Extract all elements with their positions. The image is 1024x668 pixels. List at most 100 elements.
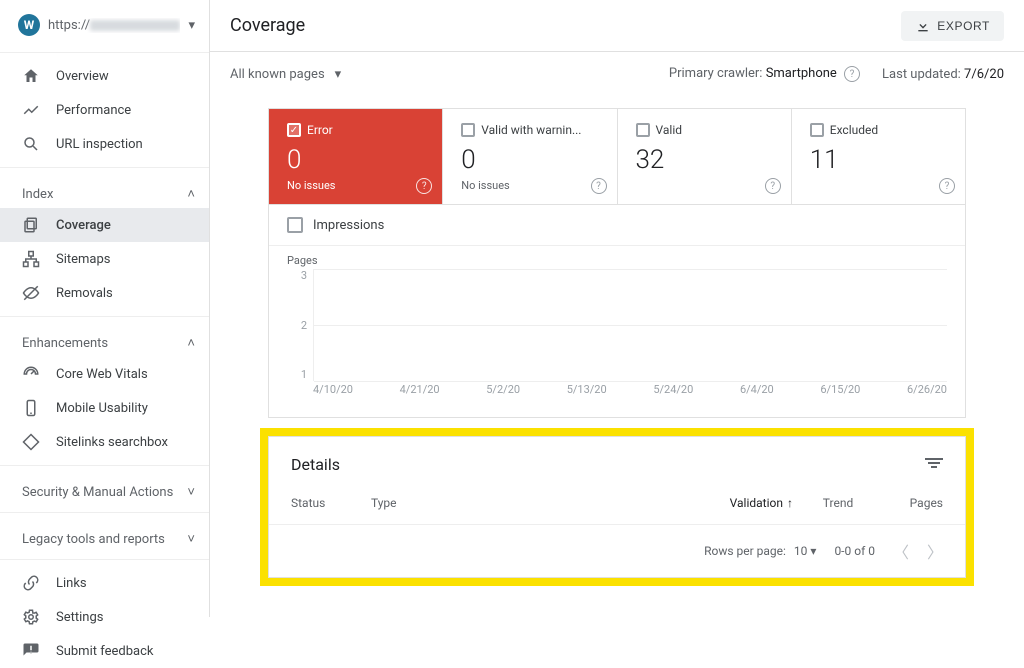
status-tab-error[interactable]: ✓Error 0 No issues ? [269,109,443,204]
status-label: Error [307,123,333,137]
chevron-down-icon: ˅ [187,531,195,547]
th-validation[interactable]: Validation ↑ [693,496,793,510]
gear-icon [22,608,40,626]
status-sub: No issues [287,179,424,192]
details-title: Details [291,455,340,474]
topbar: Coverage EXPORT [210,0,1024,52]
nav-overview[interactable]: Overview [0,59,209,93]
chart-y-label: Pages [287,254,947,267]
nav-performance[interactable]: Performance [0,93,209,127]
site-url: https:// [48,18,180,33]
nav-section-label: Legacy tools and reports [22,532,165,547]
status-value: 32 [636,145,773,175]
nav-settings[interactable]: Settings [0,600,209,634]
help-icon[interactable]: ? [844,66,860,82]
chart-y-ticks: 3 2 1 [287,269,307,381]
nav-removals[interactable]: Removals [0,276,209,310]
feedback-icon [22,642,40,660]
speed-icon [22,365,40,383]
nav-links[interactable]: Links [0,566,209,600]
page-filter-dropdown[interactable]: All known pages ▾ [230,67,341,82]
checkbox-icon [636,123,650,137]
status-tabs: ✓ Error 0 No issues ? Valid with warnin..… [269,109,965,205]
help-icon[interactable]: ? [939,178,955,194]
download-icon [915,18,931,34]
nav-section-label: Security & Manual Actions [22,485,173,500]
chart: Pages 3 2 1 4/10/20 4/21/20 [269,246,965,417]
nav-label: Removals [56,286,113,301]
nav-section-index[interactable]: Index ˄ [0,174,209,208]
chevron-down-icon: ▾ [188,18,195,33]
chart-plot-area [313,269,947,381]
filter-icon [925,456,943,470]
home-icon [22,67,40,85]
nav-section-enhancements[interactable]: Enhancements ˄ [0,323,209,357]
nav-label: Submit feedback [56,644,153,659]
help-icon[interactable]: ? [591,178,607,194]
nav-sitelinks-searchbox[interactable]: Sitelinks searchbox [0,425,209,459]
th-trend[interactable]: Trend [793,496,883,510]
rows-per-page-select[interactable]: 10 ▾ [794,544,817,558]
checkbox-icon [810,123,824,137]
page-filter-label: All known pages [230,67,325,82]
nav-section-label: Enhancements [22,336,108,351]
impressions-toggle[interactable]: Impressions [269,205,965,246]
th-status[interactable]: Status [291,496,371,510]
status-label: Valid with warnin... [481,123,581,137]
property-selector[interactable]: W https:// ▾ [0,6,209,46]
checkbox-icon [287,217,303,233]
details-card: Details Status Type Validation ↑ Trend P… [268,436,966,578]
status-tab-warning[interactable]: Valid with warnin... 0 No issues ? [443,109,617,204]
filter-bar: All known pages ▾ Primary crawler: Smart… [210,52,1024,96]
status-sub: No issues [461,179,598,192]
nav-label: Sitemaps [56,252,111,267]
status-value: 0 [461,145,598,175]
help-icon[interactable]: ? [765,178,781,194]
nav-sitemaps[interactable]: Sitemaps [0,242,209,276]
nav-section-legacy[interactable]: Legacy tools and reports ˅ [0,519,209,553]
smartphone-icon [22,399,40,417]
nav-label: Sitelinks searchbox [56,435,168,450]
status-value: 11 [810,145,947,175]
link-icon [22,574,40,592]
impressions-label: Impressions [313,218,384,233]
chevron-up-icon: ˄ [187,186,195,202]
nav-label: Coverage [56,218,111,233]
nav-label: Links [56,576,87,591]
diamond-icon [22,433,40,451]
status-tab-valid[interactable]: Valid 32 ? [618,109,792,204]
prev-page-button[interactable]: 〈 [893,539,909,563]
chevron-down-icon: ▾ [810,544,816,558]
th-pages[interactable]: Pages [883,496,943,510]
export-button[interactable]: EXPORT [901,11,1004,41]
nav-coverage[interactable]: Coverage [0,208,209,242]
status-chart-card: ✓ Error 0 No issues ? Valid with warnin..… [268,108,966,418]
last-updated: Last updated: 7/6/20 [882,67,1004,82]
hide-icon [22,284,40,302]
nav-core-web-vitals[interactable]: Core Web Vitals [0,357,209,391]
details-footer: Rows per page: 10 ▾ 0-0 of 0 〈 〉 [269,525,965,577]
site-logo-icon: W [18,14,40,36]
filter-button[interactable] [925,456,943,474]
status-tab-excluded[interactable]: Excluded 11 ? [792,109,965,204]
rows-range: 0-0 of 0 [834,544,875,558]
help-icon[interactable]: ? [416,178,432,194]
chevron-up-icon: ˄ [187,335,195,351]
main-content: Coverage EXPORT All known pages ▾ Primar… [210,0,1024,617]
checkbox-icon [461,123,475,137]
page-title: Coverage [230,15,305,36]
nav-section-security[interactable]: Security & Manual Actions ˅ [0,472,209,506]
nav-url-inspection[interactable]: URL inspection [0,127,209,161]
next-page-button[interactable]: 〉 [927,539,943,563]
chevron-down-icon: ˅ [187,484,195,500]
export-label: EXPORT [937,19,990,33]
nav-mobile-usability[interactable]: Mobile Usability [0,391,209,425]
nav-label: Settings [56,610,103,625]
nav-label: Performance [56,103,131,118]
nav-label: URL inspection [56,137,143,152]
checkbox-icon: ✓ [287,123,301,137]
th-type[interactable]: Type [371,496,571,510]
copy-icon [22,216,40,234]
nav-submit-feedback[interactable]: Submit feedback [0,634,209,668]
sitemap-icon [22,250,40,268]
